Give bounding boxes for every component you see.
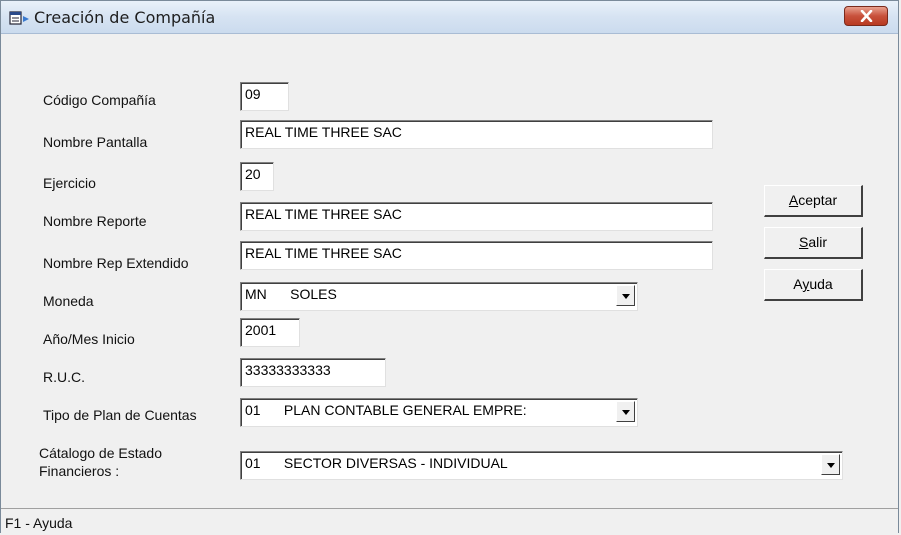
anio-mes-input[interactable]: 2001 [240,318,300,347]
tipo-plan-label: Tipo de Plan de Cuentas [43,407,197,423]
catalogo-select[interactable]: 01 SECTOR DIVERSAS - INDIVIDUAL [240,451,843,480]
nombre-reporte-input[interactable]: REAL TIME THREE SAC [240,202,713,231]
ayuda-label-pre: A [793,276,803,292]
catalogo-label-line1: Cátalogo de Estado [39,445,162,461]
dialog-window: Creación de Compañía Código Compañía 09 … [0,0,899,534]
tipo-plan-value: 01 PLAN CONTABLE GENERAL EMPRE: [245,402,527,418]
form-window-icon [9,10,31,26]
catalogo-label-line2: Financieros : [39,463,120,479]
chevron-down-icon [622,410,630,415]
catalogo-dropdown-button[interactable] [821,454,840,475]
aceptar-mnemonic: A [788,192,799,208]
ayuda-label-rest: uda [809,276,833,292]
window-title: Creación de Compañía [34,8,216,27]
moneda-label: Moneda [43,293,94,309]
nombre-pantalla-input[interactable]: REAL TIME THREE SAC [240,120,713,149]
anio-mes-label: Año/Mes Inicio [43,331,135,347]
close-button[interactable] [844,6,888,26]
ejercicio-label: Ejercicio [43,175,96,191]
salir-label-rest: alir [808,234,827,250]
ruc-label: R.U.C. [43,369,85,385]
nombre-rep-extendido-input[interactable]: REAL TIME THREE SAC [240,241,713,270]
moneda-dropdown-button[interactable] [616,285,635,306]
status-bar: F1 - Ayuda [1,508,898,534]
nombre-pantalla-label: Nombre Pantalla [43,134,148,150]
salir-button[interactable]: Salir [764,227,863,259]
close-icon [860,10,873,22]
codigo-input[interactable]: 09 [240,82,289,111]
catalogo-value: 01 SECTOR DIVERSAS - INDIVIDUAL [245,455,508,471]
moneda-value: MN SOLES [245,286,337,302]
aceptar-label-rest: ceptar [798,192,838,208]
moneda-select[interactable]: MN SOLES [240,282,638,311]
chevron-down-icon [827,463,835,468]
aceptar-button[interactable]: Aceptar [764,185,863,217]
tipo-plan-select[interactable]: 01 PLAN CONTABLE GENERAL EMPRE: [240,398,638,427]
nombre-reporte-label: Nombre Reporte [43,213,147,229]
ayuda-button[interactable]: Ayuda [764,269,863,301]
tipo-plan-dropdown-button[interactable] [616,401,635,422]
salir-mnemonic: S [798,234,809,250]
status-text: F1 - Ayuda [5,515,73,531]
ejercicio-input[interactable]: 20 [240,162,274,191]
nombre-rep-extendido-label: Nombre Rep Extendido [43,255,189,271]
ruc-input[interactable]: 33333333333 [240,358,386,387]
chevron-down-icon [622,294,630,299]
codigo-label: Código Compañía [43,92,156,108]
title-bar[interactable]: Creación de Compañía [1,1,898,34]
